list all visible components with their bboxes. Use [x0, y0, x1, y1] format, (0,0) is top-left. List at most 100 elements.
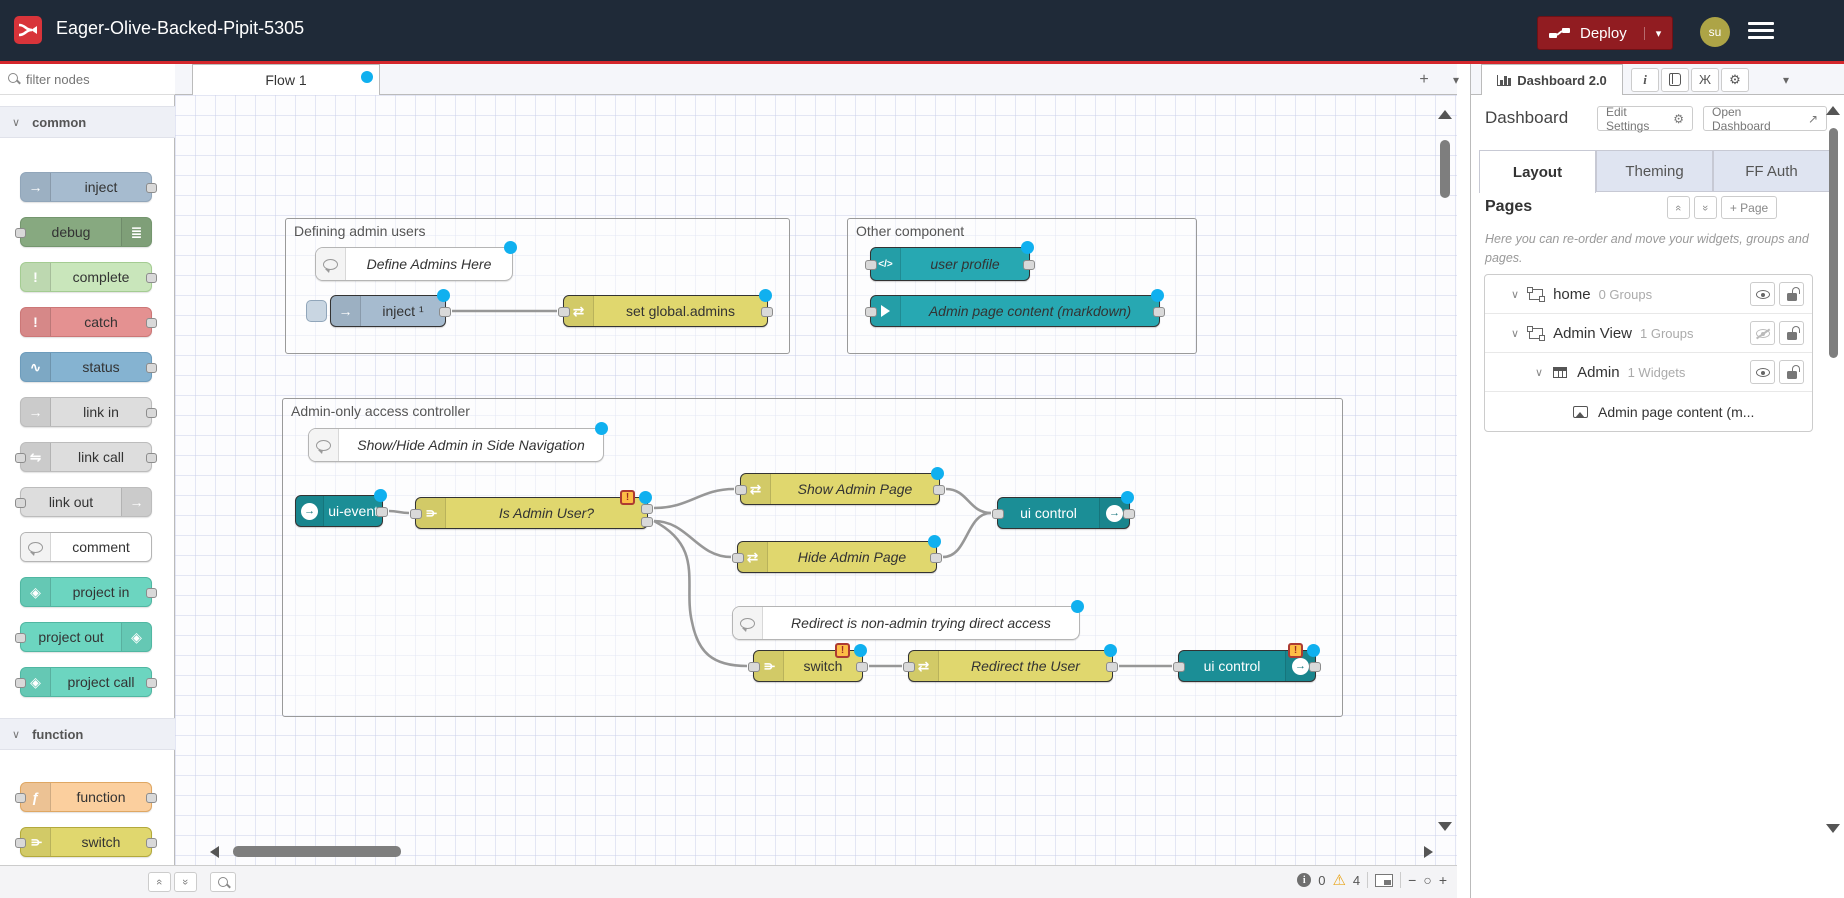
palette-node-switch[interactable]: ⋔ switch — [20, 827, 152, 857]
canvas-vertical-scrollbar[interactable] — [1440, 140, 1450, 198]
canvas-horizontal-scrollbar[interactable] — [233, 846, 401, 857]
config-tab-button[interactable]: ⚙ — [1721, 68, 1749, 92]
input-port[interactable] — [865, 260, 877, 270]
node-comment-define-admins[interactable]: Define Admins Here — [315, 247, 513, 281]
node-change-show-admin-page[interactable]: ⇄ Show Admin Page — [740, 473, 940, 505]
output-port[interactable] — [761, 307, 773, 317]
input-port[interactable] — [735, 485, 747, 495]
sidebar-scrollbar[interactable] — [1829, 128, 1838, 358]
palette-node-link-call[interactable]: ⇋ link call — [20, 442, 152, 472]
inject-trigger-button[interactable] — [306, 300, 327, 322]
palette-node-project-out[interactable]: project out ◈ — [20, 622, 152, 652]
palette-node-comment[interactable]: comment — [20, 532, 152, 562]
palette-node-project-in[interactable]: ◈ project in — [20, 577, 152, 607]
palette-node-inject[interactable]: → inject — [20, 172, 152, 202]
sidebar-tabs-caret[interactable]: ▾ — [1783, 73, 1789, 87]
palette-node-catch[interactable]: ! catch — [20, 307, 152, 337]
output-port[interactable] — [933, 485, 945, 495]
palette-node-link-out[interactable]: link out → — [20, 487, 152, 517]
node-ui-control-2[interactable]: ui control → ! — [1178, 650, 1316, 682]
tab-theming[interactable]: Theming — [1596, 150, 1713, 192]
lock-toggle-button[interactable] — [1779, 282, 1804, 306]
lock-toggle-button[interactable] — [1779, 321, 1804, 345]
group-other-component[interactable]: Other component — [847, 218, 1197, 354]
palette-collapse-all-button[interactable]: « — [148, 872, 171, 892]
debug-tab-button[interactable]: Ж — [1691, 68, 1719, 92]
node-switch-2[interactable]: ⋔ switch ! — [753, 650, 863, 682]
output-port[interactable] — [856, 662, 868, 672]
lock-toggle-button[interactable] — [1779, 360, 1804, 384]
tab-ff-auth[interactable]: FF Auth — [1713, 150, 1830, 192]
navigator-toggle-icon[interactable] — [1375, 874, 1393, 887]
help-tab-button[interactable] — [1661, 68, 1689, 92]
palette-node-status[interactable]: ∿ status — [20, 352, 152, 382]
node-change-set-global-admins[interactable]: ⇄ set global.admins — [563, 295, 768, 327]
group-defining-admin-users[interactable]: Defining admin users — [285, 218, 790, 354]
input-port[interactable] — [558, 307, 570, 317]
node-ui-control-1[interactable]: ui control → — [997, 497, 1130, 529]
add-flow-button[interactable]: + — [1412, 68, 1436, 92]
palette-category-common[interactable]: ∨ common — [0, 106, 175, 138]
zoom-in-button[interactable]: + — [1439, 873, 1447, 887]
canvas-scroll-left-arrow[interactable] — [210, 846, 219, 858]
node-change-hide-admin-page[interactable]: ⇄ Hide Admin Page — [737, 541, 937, 573]
palette-node-project-call[interactable]: ◈ project call — [20, 667, 152, 697]
tree-row-admin-widget[interactable]: Admin page content (m... — [1485, 392, 1812, 431]
sidebar-scroll-down-arrow[interactable] — [1826, 824, 1840, 833]
canvas-scroll-down-arrow[interactable] — [1438, 822, 1452, 831]
palette-expand-all-button[interactable]: » — [174, 872, 197, 892]
output-port[interactable] — [376, 507, 388, 517]
input-port[interactable] — [410, 509, 422, 519]
canvas-scroll-up-arrow[interactable] — [1438, 110, 1452, 119]
palette-node-link-in[interactable]: → link in — [20, 397, 152, 427]
output-port[interactable] — [1153, 307, 1165, 317]
edit-settings-button[interactable]: Edit Settings ⚙ — [1597, 106, 1693, 131]
palette-node-function[interactable]: ƒ function — [20, 782, 152, 812]
deploy-options-caret[interactable]: ▾ — [1644, 27, 1672, 40]
node-ui-event[interactable]: → ui-event — [295, 495, 383, 527]
visibility-toggle-button[interactable] — [1750, 282, 1775, 306]
warning-count-icon[interactable]: ⚠ — [1332, 871, 1345, 889]
palette-category-function[interactable]: ∨ function — [0, 718, 175, 750]
chevron-down-icon[interactable]: ∨ — [1511, 327, 1519, 340]
output-port[interactable] — [1309, 662, 1321, 672]
tree-row-admin-group[interactable]: ∨ Admin 1 Widgets — [1485, 353, 1812, 392]
input-port[interactable] — [992, 509, 1004, 519]
open-dashboard-button[interactable]: Open Dashboard ↗ — [1703, 106, 1827, 131]
output-port[interactable] — [439, 307, 451, 317]
add-page-button[interactable]: + Page — [1721, 196, 1777, 219]
node-ui-template-admin-page-content[interactable]: Admin page content (markdown) — [870, 295, 1160, 327]
chevron-down-icon[interactable]: ∨ — [1535, 366, 1543, 379]
tree-row-home[interactable]: ∨ home 0 Groups — [1485, 275, 1812, 314]
collapse-all-pages-button[interactable]: « — [1667, 196, 1690, 219]
info-tab-button[interactable]: i — [1631, 68, 1659, 92]
node-comment-show-hide-admin[interactable]: Show/Hide Admin in Side Navigation — [308, 428, 604, 462]
palette-node-complete[interactable]: ! complete — [20, 262, 152, 292]
zoom-reset-button[interactable]: ○ — [1423, 873, 1431, 887]
tab-dashboard-2[interactable]: Dashboard 2.0 — [1481, 64, 1623, 95]
zoom-out-button[interactable]: − — [1408, 873, 1416, 887]
canvas-scroll-right-arrow[interactable] — [1424, 846, 1433, 858]
output-port-2[interactable] — [641, 517, 653, 527]
node-ui-template-user-profile[interactable]: </> user profile — [870, 247, 1030, 281]
input-port[interactable] — [748, 662, 760, 672]
output-port[interactable] — [1023, 260, 1035, 270]
tab-flow1[interactable]: Flow 1 — [192, 64, 380, 95]
node-change-redirect-the-user[interactable]: ⇄ Redirect the User — [908, 650, 1113, 682]
visibility-toggle-button[interactable] — [1750, 360, 1775, 384]
palette-search-input[interactable] — [24, 68, 169, 90]
chevron-down-icon[interactable]: ∨ — [1511, 288, 1519, 301]
tab-layout[interactable]: Layout — [1479, 150, 1596, 193]
visibility-toggle-button[interactable] — [1750, 321, 1775, 345]
main-menu-button[interactable] — [1748, 22, 1774, 40]
info-count-icon[interactable]: i — [1297, 873, 1311, 887]
output-port[interactable] — [1123, 509, 1135, 519]
input-port[interactable] — [1173, 662, 1185, 672]
input-port[interactable] — [903, 662, 915, 672]
node-switch-is-admin-user[interactable]: ⋔ Is Admin User? ! — [415, 497, 648, 529]
output-port-1[interactable] — [641, 504, 653, 514]
input-port[interactable] — [865, 307, 877, 317]
output-port[interactable] — [930, 553, 942, 563]
output-port[interactable] — [1106, 662, 1118, 672]
palette-node-debug[interactable]: debug ≣ — [20, 217, 152, 247]
